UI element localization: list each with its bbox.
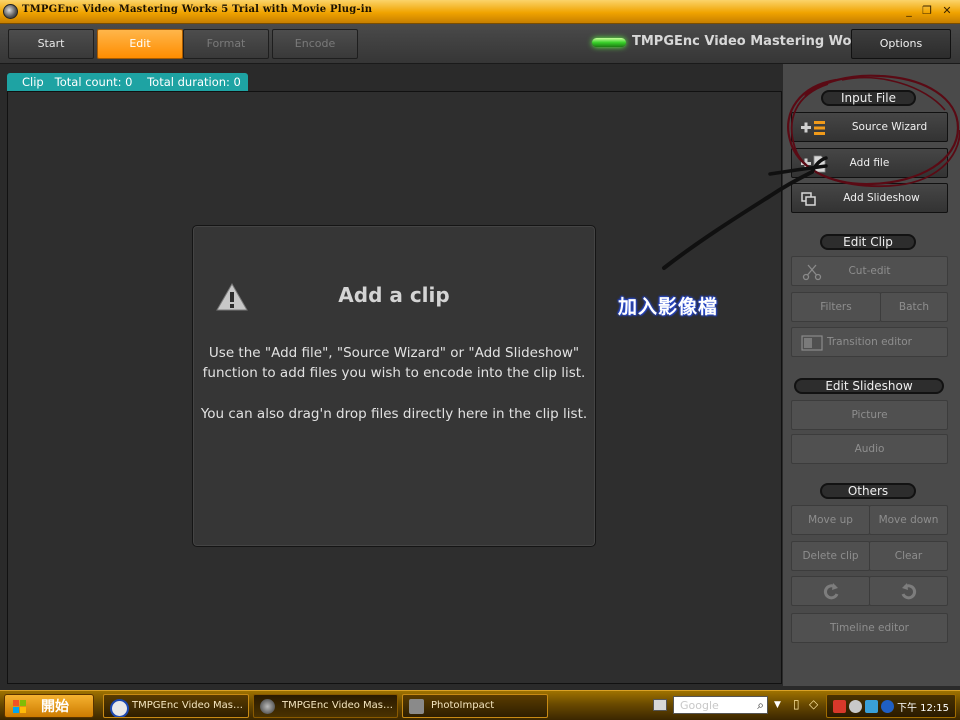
undo-button[interactable] <box>791 576 870 606</box>
add-slideshow-label: Add Slideshow <box>843 192 920 204</box>
filters-button[interactable]: Filters <box>791 292 881 322</box>
undo-icon <box>823 583 839 600</box>
brand-name: TMPGEnc Video Mastering Works 5 <box>632 34 888 49</box>
clip-tab[interactable]: Clip Total count: 0 Total duration: 0 <box>7 73 248 91</box>
taskbar-item-label: PhotoImpact <box>431 700 495 711</box>
system-tray: 下午 12:15 <box>826 694 956 718</box>
clear-button[interactable]: Clear <box>869 541 948 571</box>
search-input[interactable]: Google ⌕ <box>673 696 768 714</box>
picture-button[interactable]: Picture <box>791 400 948 430</box>
app-icon[interactable] <box>3 4 18 19</box>
hint-line-3: You can also drag'n drop files directly … <box>200 406 588 422</box>
hint-line-2: function to add files you wish to encode… <box>202 365 586 381</box>
hint-title: Add a clip <box>338 283 450 307</box>
taskbar: 開始 TMPGEnc Video Mas… TMPGEnc Video Mas…… <box>0 690 960 720</box>
batch-button[interactable]: Batch <box>880 292 948 322</box>
window-title: TMPGEnc Video Mastering Works 5 Trial wi… <box>22 4 373 15</box>
others-header: Others <box>820 483 916 499</box>
start-button[interactable]: 開始 <box>4 694 94 718</box>
taskbar-item-label: TMPGEnc Video Mas… <box>282 700 394 711</box>
scissors-icon <box>802 264 822 281</box>
keyboard-icon[interactable] <box>653 699 667 711</box>
edit-slideshow-header: Edit Slideshow <box>794 378 944 394</box>
taskbar-item[interactable]: TMPGEnc Video Mas… <box>103 694 249 718</box>
options-button[interactable]: Options <box>851 29 951 59</box>
cut-edit-label: Cut-edit <box>848 265 891 277</box>
slideshow-icon <box>801 192 816 206</box>
desktop-icon[interactable]: ▯ <box>793 697 807 713</box>
start-label: 開始 <box>41 699 69 715</box>
source-wizard-button[interactable]: Source Wizard <box>791 112 948 142</box>
add-file-button[interactable]: Add file <box>791 148 948 178</box>
windows-logo-icon <box>13 700 26 713</box>
taskbar-item-label: TMPGEnc Video Mas… <box>132 700 244 711</box>
clock: 下午 12:15 <box>897 703 949 714</box>
taskbar-item[interactable]: PhotoImpact <box>402 694 548 718</box>
format-tab[interactable]: Format <box>183 29 269 59</box>
redo-icon <box>901 583 917 600</box>
edit-tab[interactable]: Edit <box>97 29 183 59</box>
start-tab[interactable]: Start <box>8 29 94 59</box>
add-file-icon <box>801 155 826 173</box>
move-down-button[interactable]: Move down <box>869 505 948 535</box>
input-file-header: Input File <box>821 90 916 106</box>
dropdown-arrow-icon[interactable]: ▼ <box>774 700 781 710</box>
annotation-label: 加入影像檔 <box>618 296 719 318</box>
network-icon[interactable] <box>865 700 878 713</box>
add-file-label: Add file <box>849 157 890 169</box>
hint-line-1: Use the "Add file", "Source Wizard" or "… <box>208 345 580 361</box>
delete-clip-button[interactable]: Delete clip <box>791 541 870 571</box>
main-toolbar: Start Edit Format Encode TMPGEnc Video M… <box>0 24 960 64</box>
transition-editor-button[interactable]: Transition editor <box>791 327 948 357</box>
app-icon <box>260 699 275 714</box>
move-up-button[interactable]: Move up <box>791 505 870 535</box>
minimize-icon[interactable]: _ <box>902 5 916 18</box>
add-clip-hint <box>192 225 596 547</box>
launcher-icon[interactable]: ◇ <box>809 697 823 713</box>
maximize-icon[interactable]: ❐ <box>920 5 934 18</box>
search-placeholder: Google <box>680 699 719 712</box>
app-icon <box>110 699 129 717</box>
add-slideshow-button[interactable]: Add Slideshow <box>791 183 948 213</box>
source-wizard-icon <box>801 121 825 135</box>
transition-editor-label: Transition editor <box>826 336 912 348</box>
source-wizard-label: Source Wizard <box>851 121 928 133</box>
encode-tab[interactable]: Encode <box>272 29 358 59</box>
status-led-icon <box>592 38 626 47</box>
acrobat-icon[interactable] <box>833 700 846 713</box>
magnifier-icon[interactable] <box>849 700 862 713</box>
redo-button[interactable] <box>869 576 948 606</box>
photoimpact-icon <box>409 699 424 714</box>
edit-clip-header: Edit Clip <box>820 234 916 250</box>
taskbar-item[interactable]: TMPGEnc Video Mas… <box>253 694 398 718</box>
timeline-editor-button[interactable]: Timeline editor <box>791 613 948 643</box>
close-icon[interactable]: ✕ <box>940 5 954 18</box>
title-bar: TMPGEnc Video Mastering Works 5 Trial wi… <box>0 0 960 24</box>
transition-icon <box>801 335 823 351</box>
cut-edit-button[interactable]: Cut-edit <box>791 256 948 286</box>
audio-button[interactable]: Audio <box>791 434 948 464</box>
search-icon[interactable]: ⌕ <box>757 698 764 713</box>
bluetooth-icon[interactable] <box>881 700 894 713</box>
